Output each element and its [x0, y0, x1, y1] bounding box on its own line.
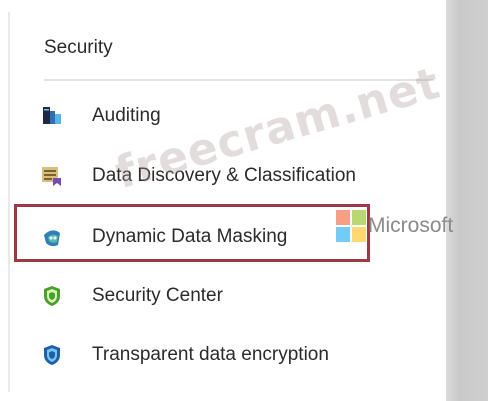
- security-menu-panel: Security Auditing Data Discovery & Class…: [0, 0, 446, 401]
- menu-item-label: Security Center: [92, 285, 223, 306]
- menu-item-label: Transparent data encryption: [92, 344, 329, 365]
- encryption-shield-icon: [40, 343, 64, 367]
- panel-left-border: [8, 12, 10, 392]
- auditing-icon: [40, 104, 64, 128]
- microsoft-overlay-text: Microsoft: [368, 214, 454, 237]
- menu-item-auditing[interactable]: Auditing: [40, 97, 430, 135]
- menu-item-label: Data Discovery & Classification: [92, 165, 356, 186]
- menu-item-security-center[interactable]: Security Center: [40, 277, 430, 315]
- panel-right-shadow: [446, 0, 488, 401]
- microsoft-logo-icon: [336, 210, 366, 242]
- highlight-box-dynamic-data-masking: [14, 204, 370, 262]
- security-center-shield-icon: [40, 284, 64, 308]
- data-discovery-icon: [40, 164, 64, 188]
- menu-item-transparent-data-encryption[interactable]: Transparent data encryption: [40, 336, 430, 374]
- screenshot-canvas: Security Auditing Data Discovery & Class…: [0, 0, 488, 401]
- section-title-security: Security: [44, 37, 113, 58]
- menu-item-data-discovery-classification[interactable]: Data Discovery & Classification: [40, 157, 430, 195]
- menu-item-label: Auditing: [92, 105, 161, 126]
- section-divider: [44, 79, 434, 81]
